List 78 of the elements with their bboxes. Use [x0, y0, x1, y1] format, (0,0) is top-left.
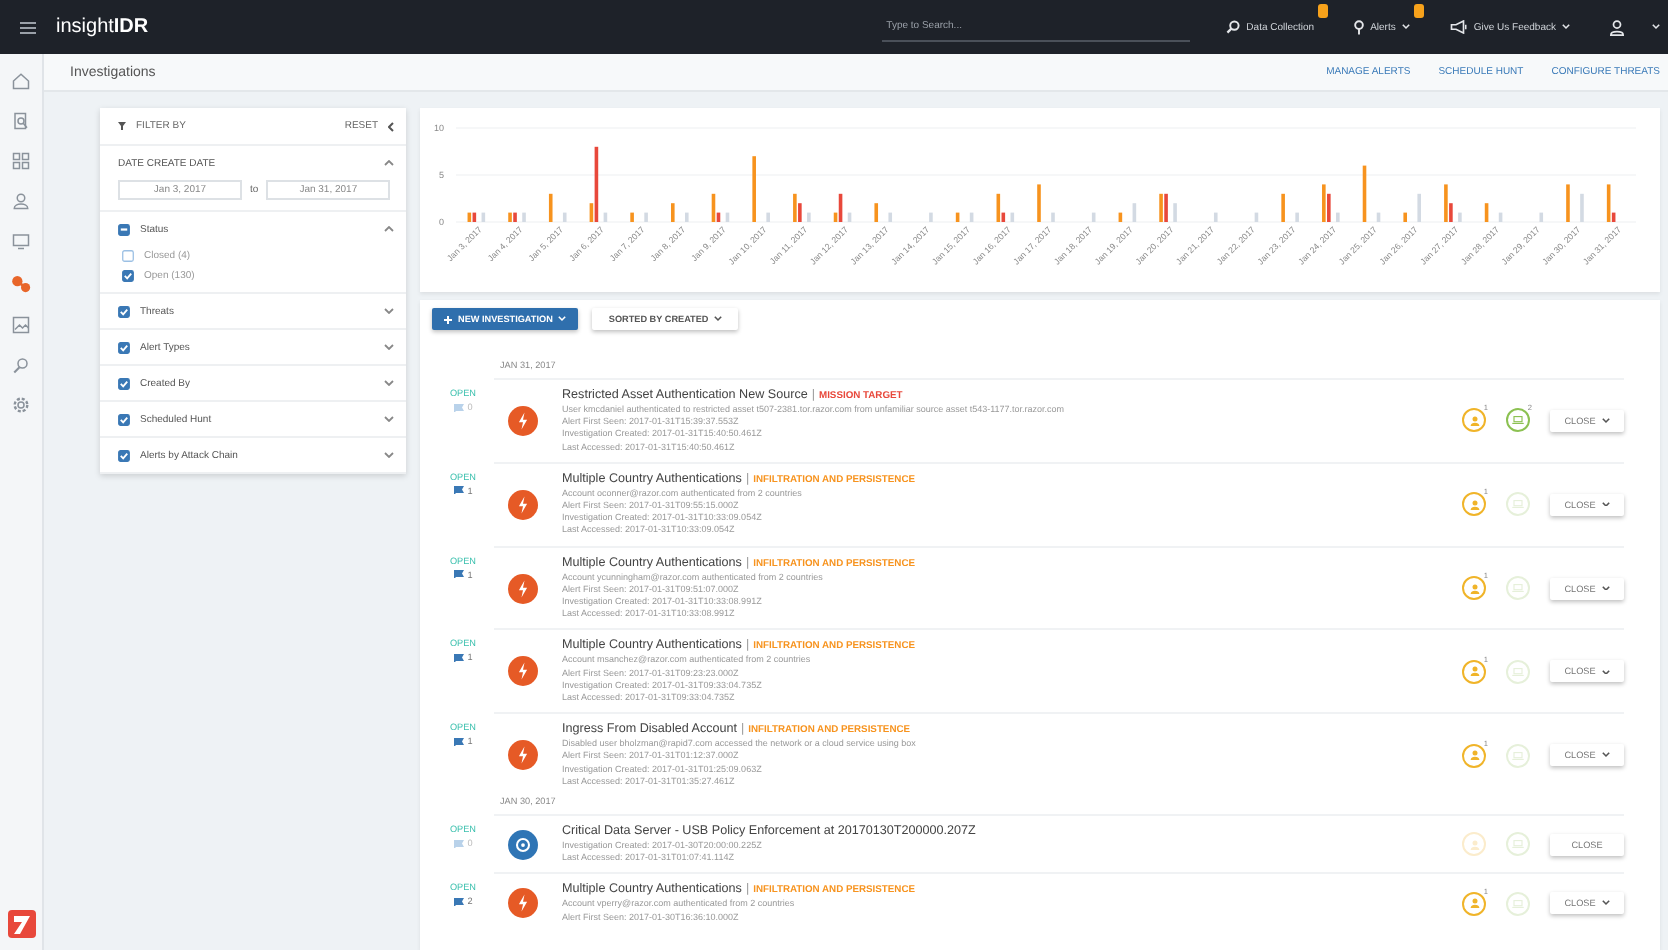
lightning-icon	[508, 656, 538, 687]
laptop-icon	[1512, 840, 1524, 849]
laptop-icon	[1512, 500, 1524, 509]
checkbox[interactable]	[118, 223, 130, 235]
lightning-icon	[508, 740, 538, 771]
home-icon[interactable]	[12, 72, 30, 90]
logo[interactable]: insightIDR	[56, 16, 149, 38]
user-icon	[1469, 666, 1479, 677]
target-icon	[508, 829, 538, 860]
grid-icon[interactable]	[12, 152, 30, 170]
monitor-icon[interactable]	[12, 232, 30, 250]
checkbox[interactable]	[118, 341, 130, 353]
chart-bar	[725, 212, 730, 222]
chart-bar	[847, 212, 852, 222]
user-icon	[1469, 839, 1479, 850]
chart-bar	[1376, 212, 1381, 222]
chart-bar	[888, 212, 893, 222]
image-icon[interactable]	[12, 316, 30, 334]
search-icon	[1226, 20, 1241, 34]
chevron-left-icon[interactable]	[388, 121, 394, 131]
lightning-icon	[508, 405, 538, 436]
chart-bar	[955, 212, 960, 222]
bulb-icon	[1354, 19, 1365, 35]
checkbox[interactable]	[122, 270, 134, 282]
chevron-down-icon[interactable]	[384, 452, 394, 458]
user-icon	[1469, 499, 1479, 510]
chevron-up-icon[interactable]	[384, 160, 394, 166]
user-icon	[1469, 898, 1479, 909]
logo-icon	[7, 910, 35, 938]
lightning-icon	[508, 888, 538, 919]
menu-icon[interactable]	[20, 21, 36, 33]
caret-icon	[1652, 24, 1660, 30]
settings-icon[interactable]	[12, 396, 30, 414]
document-search-icon[interactable]	[12, 112, 30, 130]
filter-icon	[118, 122, 126, 130]
lightning-icon	[508, 489, 538, 520]
chart-bar	[1498, 212, 1503, 222]
checkbox[interactable]	[118, 377, 130, 389]
chart-bar	[562, 212, 567, 222]
caret-icon	[714, 316, 723, 322]
laptop-icon	[1512, 584, 1524, 593]
caret-icon	[558, 316, 567, 322]
molecule-icon[interactable]	[10, 272, 32, 294]
chart-bar	[1539, 212, 1544, 222]
chevron-down-icon[interactable]	[384, 344, 394, 350]
chart-bar	[548, 193, 553, 222]
chart-bar	[1484, 203, 1489, 222]
chart-bar	[1213, 212, 1218, 222]
user-icon	[1469, 583, 1479, 594]
chart-bar	[1132, 203, 1137, 222]
laptop-icon	[1512, 667, 1524, 676]
chevron-down-icon[interactable]	[384, 416, 394, 422]
chart-bar	[874, 203, 879, 222]
chart-bar	[969, 212, 974, 222]
laptop-icon	[1512, 751, 1524, 760]
chart-bar	[481, 212, 486, 222]
chart-bar	[603, 212, 608, 222]
user-icon[interactable]	[1610, 19, 1624, 35]
chart-bar	[1118, 212, 1123, 222]
chevron-up-icon[interactable]	[384, 226, 394, 232]
chart-bar	[1362, 165, 1367, 222]
lightning-icon	[508, 573, 538, 604]
user-icon	[1469, 415, 1479, 426]
chart-bar	[1010, 212, 1015, 222]
megaphone-icon	[1449, 20, 1468, 34]
checkbox[interactable]	[122, 250, 134, 262]
laptop-icon	[1512, 416, 1524, 425]
plus-icon	[444, 315, 452, 323]
search-icon[interactable]	[12, 356, 30, 374]
chart-bar	[1254, 212, 1259, 222]
checkbox[interactable]	[118, 449, 130, 461]
checkbox[interactable]	[118, 413, 130, 425]
chart-bar	[1091, 212, 1096, 222]
checkbox[interactable]	[118, 305, 130, 317]
chevron-down-icon[interactable]	[384, 380, 394, 386]
user-icon	[1469, 750, 1479, 761]
chevron-down-icon[interactable]	[384, 308, 394, 314]
laptop-icon	[1512, 899, 1524, 908]
